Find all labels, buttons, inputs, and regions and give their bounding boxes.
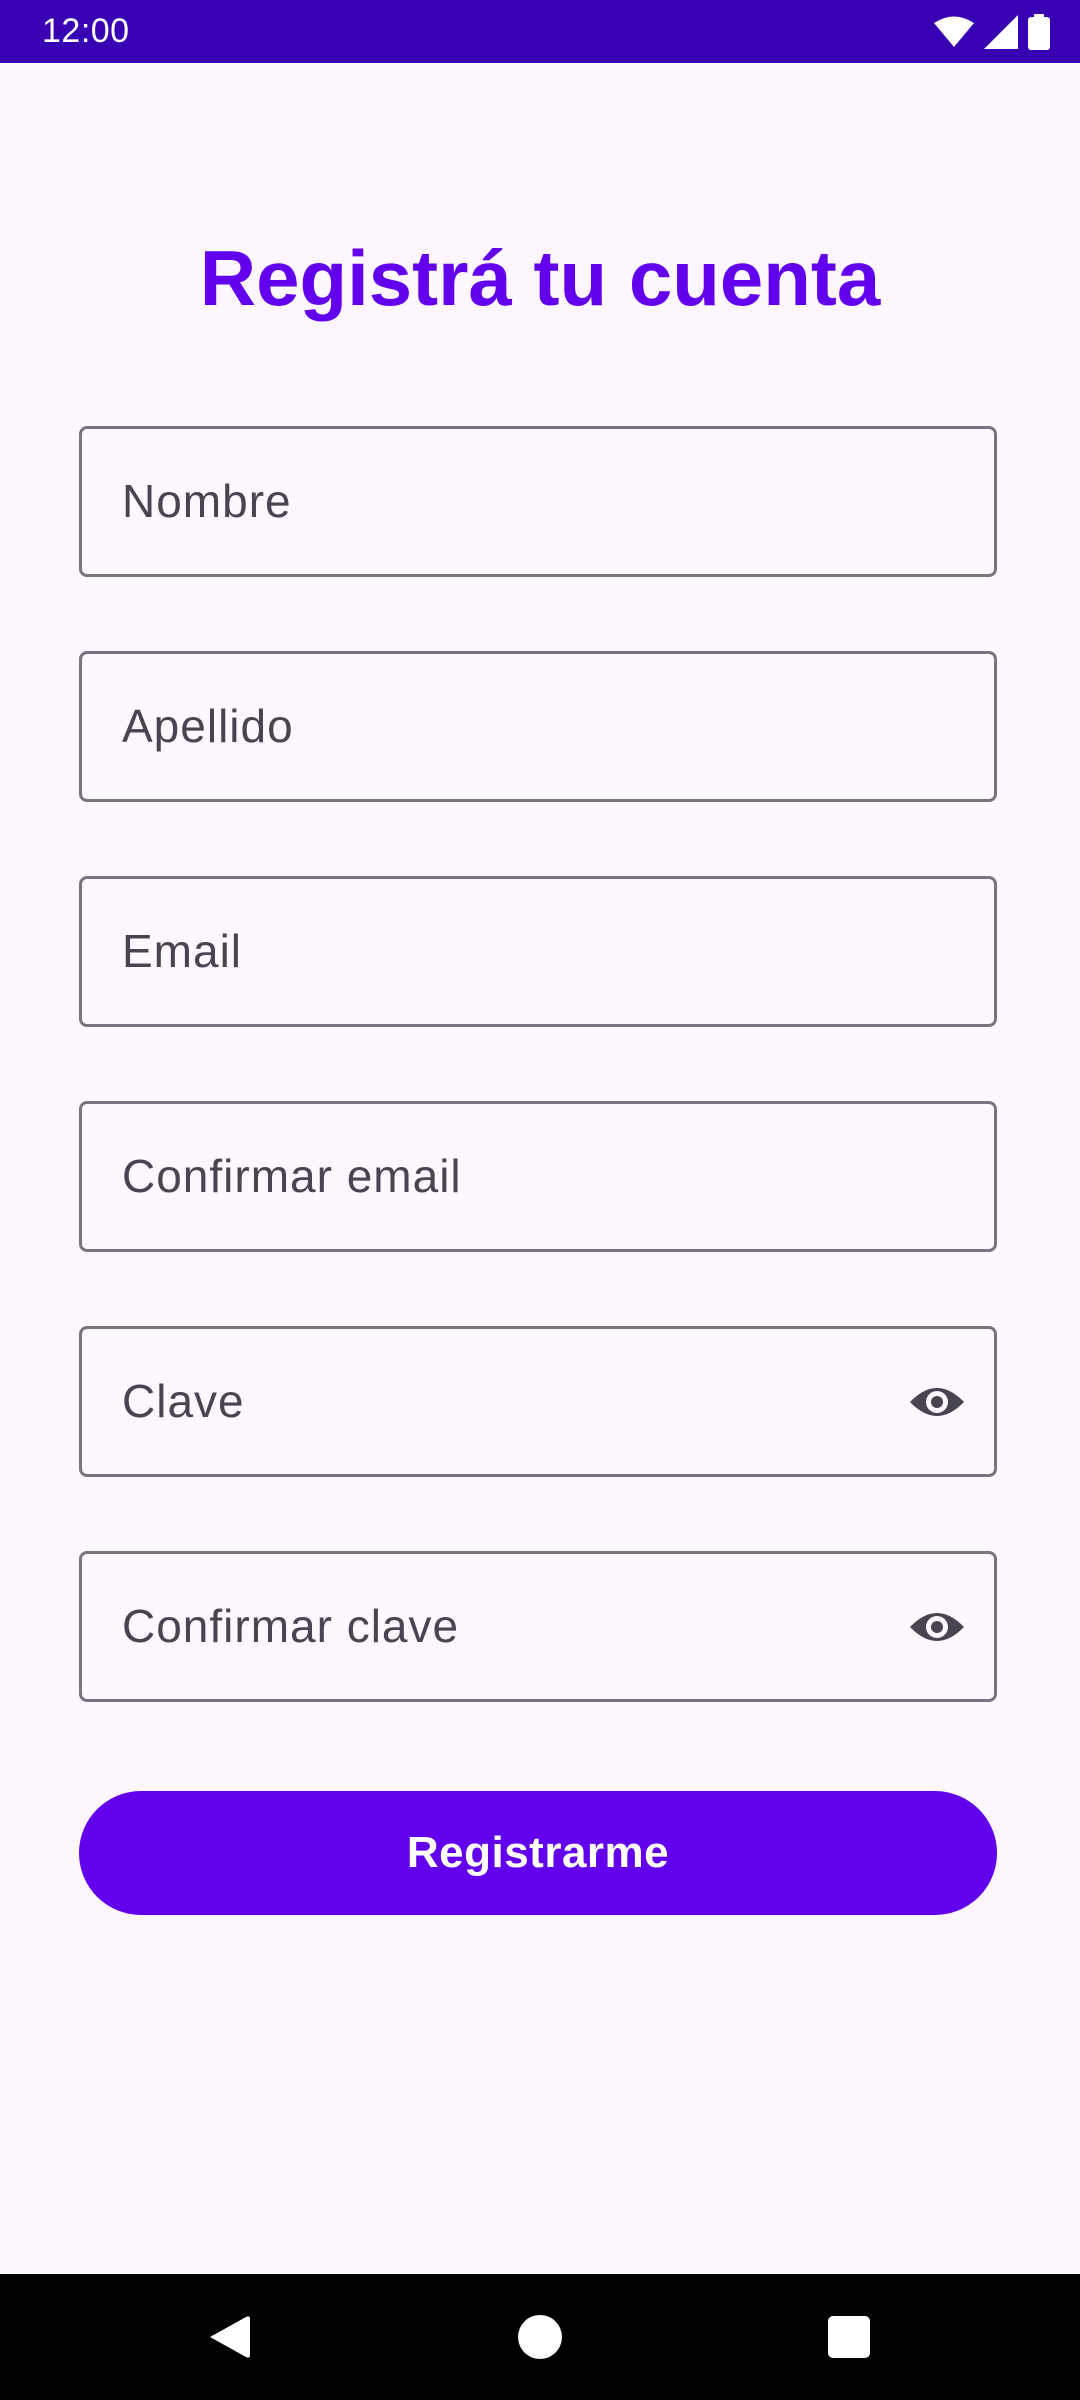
home-button[interactable] bbox=[480, 2274, 600, 2400]
first-name-field[interactable]: Nombre bbox=[79, 426, 997, 577]
confirm-email-field[interactable]: Confirmar email bbox=[79, 1101, 997, 1252]
status-bar: 12:00 bbox=[0, 0, 1080, 63]
confirm-password-field[interactable]: Confirmar clave bbox=[79, 1551, 997, 1702]
signal-icon bbox=[984, 14, 1018, 49]
status-time: 12:00 bbox=[42, 12, 130, 50]
last-name-field[interactable]: Apellido bbox=[79, 651, 997, 802]
wifi-icon bbox=[934, 16, 974, 48]
home-icon bbox=[518, 2315, 562, 2359]
last-name-label: Apellido bbox=[122, 700, 294, 752]
battery-icon bbox=[1028, 13, 1050, 50]
status-icons bbox=[934, 0, 1050, 63]
eye-icon bbox=[910, 1613, 964, 1641]
recents-icon bbox=[828, 2316, 870, 2358]
confirm-password-label: Confirmar clave bbox=[122, 1600, 460, 1652]
back-button[interactable] bbox=[168, 2274, 288, 2400]
register-button[interactable]: Registrarme bbox=[79, 1791, 997, 1915]
eye-icon bbox=[910, 1388, 964, 1416]
back-icon bbox=[210, 2316, 250, 2358]
password-field[interactable]: Clave bbox=[79, 1326, 997, 1477]
confirm-email-label: Confirmar email bbox=[122, 1150, 462, 1202]
navigation-bar bbox=[0, 2274, 1080, 2400]
email-label: Email bbox=[122, 925, 243, 977]
page-title: Registrá tu cuenta bbox=[199, 234, 881, 322]
email-field[interactable]: Email bbox=[79, 876, 997, 1027]
password-visibility-toggle[interactable] bbox=[908, 1373, 966, 1431]
first-name-label: Nombre bbox=[122, 475, 292, 527]
recents-button[interactable] bbox=[789, 2274, 909, 2400]
password-label: Clave bbox=[122, 1375, 245, 1427]
confirm-password-visibility-toggle[interactable] bbox=[908, 1598, 966, 1656]
